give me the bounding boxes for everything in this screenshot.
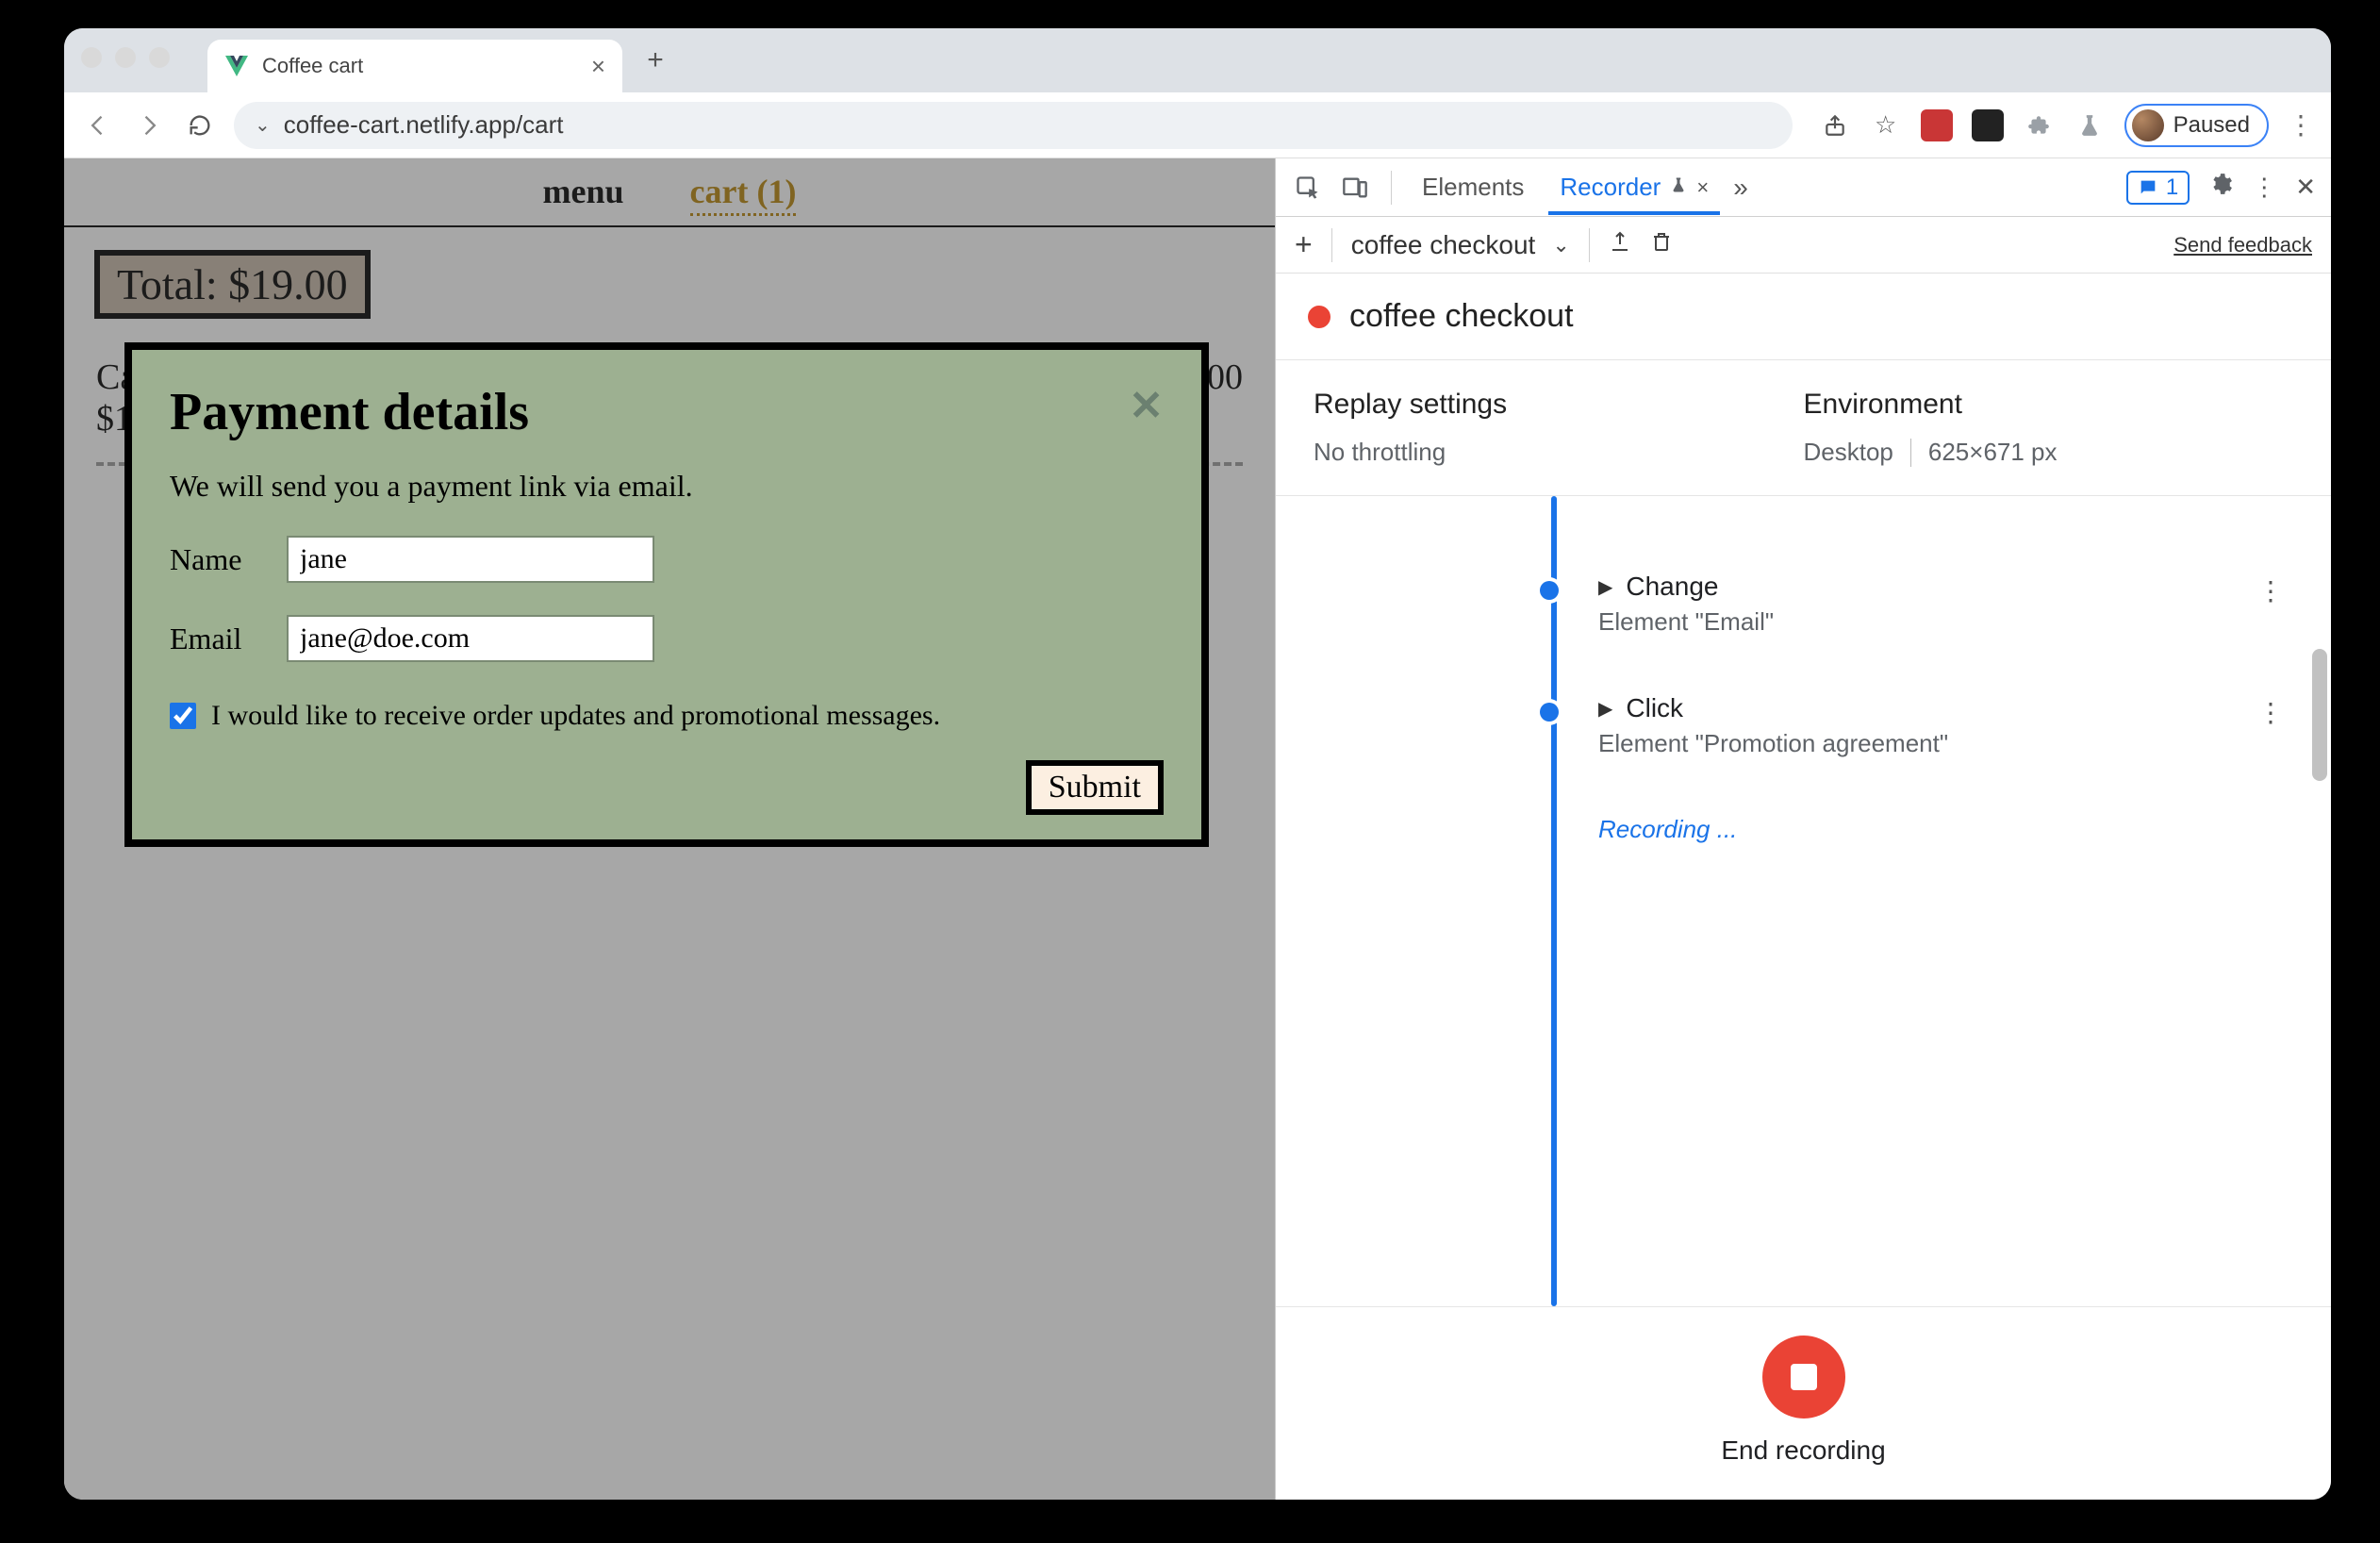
tab-title: Coffee cart [262,54,363,78]
email-row: Email [170,615,1164,662]
inspect-element-icon[interactable] [1291,171,1325,205]
url-text: coffee-cart.netlify.app/cart [284,110,564,140]
tab-recorder[interactable]: Recorder × [1548,159,1720,215]
email-input[interactable] [287,615,654,662]
step-dot-icon [1540,581,1559,600]
forward-button[interactable] [132,108,166,142]
devtools-close-icon[interactable]: ✕ [2295,173,2316,202]
recorder-timeline[interactable]: ▶ Change Element "Email" ⋮ ▶ Click [1276,496,2331,1306]
email-label: Email [170,622,264,656]
modal-close-icon[interactable]: ✕ [1129,382,1164,430]
devtools-tabbar: Elements Recorder × » 1 [1276,158,2331,217]
env-device: Desktop [1804,438,1893,467]
extension-red-icon[interactable] [1921,109,1953,141]
throttling-value[interactable]: No throttling [1314,438,1804,467]
traffic-light-minimize[interactable] [115,47,136,68]
flask-icon [1670,176,1687,199]
recording-title-row: coffee checkout [1276,274,2331,360]
timeline-step[interactable]: ▶ Change Element "Email" ⋮ [1540,572,2293,637]
back-button[interactable] [81,108,115,142]
submit-button[interactable]: Submit [1026,760,1164,815]
timeline-step[interactable]: ▶ Click Element "Promotion agreement" ⋮ [1540,693,2293,758]
name-label: Name [170,542,264,577]
end-recording-section: End recording [1276,1306,2331,1500]
payment-modal: Payment details ✕ We will send you a pay… [124,342,1209,847]
url-field[interactable]: ⌄ coffee-cart.netlify.app/cart [234,102,1793,149]
share-icon[interactable] [1819,109,1851,141]
env-viewport: 625×671 px [1928,438,2058,467]
end-recording-button[interactable] [1762,1336,1845,1419]
replay-settings-heading: Replay settings [1314,389,1804,421]
extensions-puzzle-icon[interactable] [2023,109,2055,141]
payment-title: Payment details [170,382,529,442]
promo-label: I would like to receive order updates an… [211,700,940,732]
page-pane: menu cart (1) Total: $19.00 Ca $1 00 [64,158,1275,1500]
recorder-toolbar: + coffee checkout ⌄ Send feedback [1276,217,2331,274]
reload-button[interactable] [183,108,217,142]
recording-dot-icon [1308,306,1330,328]
paused-label: Paused [2173,112,2250,139]
tab-strip: Coffee cart × + [64,28,2331,92]
vue-favicon-icon [224,54,249,78]
labs-flask-icon[interactable] [2074,109,2106,141]
recording-title: coffee checkout [1349,298,1574,335]
expand-caret-icon[interactable]: ▶ [1598,575,1612,599]
recording-status: Recording ... [1598,815,2293,844]
promo-checkbox[interactable] [170,703,196,729]
recording-selector[interactable]: coffee checkout ⌄ [1351,230,1570,260]
avatar-icon [2132,109,2164,141]
payment-desc: We will send you a payment link via emai… [170,469,1164,504]
site-info-icon[interactable]: ⌄ [255,113,271,137]
bookmark-star-icon[interactable]: ☆ [1870,109,1902,141]
step-action: Change [1626,572,1718,602]
issues-chip[interactable]: 1 [2126,171,2190,205]
device-toolbar-icon[interactable] [1338,171,1372,205]
tab-close-icon[interactable]: × [591,52,605,81]
stop-icon [1791,1364,1817,1390]
extension-dark-icon[interactable] [1972,109,2004,141]
name-input[interactable] [287,536,654,583]
end-recording-label: End recording [1721,1435,1885,1466]
recorder-settings: Replay settings No throttling Environmen… [1276,360,2331,496]
address-bar: ⌄ coffee-cart.netlify.app/cart ☆ Paused … [64,92,2331,158]
step-menu-icon[interactable]: ⋮ [2257,697,2284,728]
expand-caret-icon[interactable]: ▶ [1598,697,1612,721]
send-feedback-link[interactable]: Send feedback [2173,233,2312,257]
tab-elements[interactable]: Elements [1411,159,1535,215]
more-tabs-icon[interactable]: » [1733,173,1748,203]
delete-icon[interactable] [1650,230,1673,259]
promo-row: I would like to receive order updates an… [170,700,1164,732]
devtools-menu-icon[interactable]: ⋮ [2252,173,2276,202]
new-recording-icon[interactable]: + [1295,227,1313,262]
window-controls [81,47,170,68]
browser-tab[interactable]: Coffee cart × [207,40,622,92]
step-target: Element "Promotion agreement" [1598,729,1948,758]
browser-window: Coffee cart × + ⌄ coffee-cart.netlify.ap… [64,28,2331,1500]
chevron-down-icon: ⌄ [1552,233,1569,257]
tab-close-icon[interactable]: × [1696,175,1709,200]
address-actions: ☆ Paused ⋮ [1819,104,2314,147]
new-tab-button[interactable]: + [632,37,679,84]
devtools-pane: Elements Recorder × » 1 [1275,158,2331,1500]
traffic-light-zoom[interactable] [149,47,170,68]
environment-heading: Environment [1804,389,2294,421]
step-action: Click [1626,693,1683,723]
export-icon[interactable] [1609,230,1631,259]
settings-gear-icon[interactable] [2208,172,2233,203]
browser-menu-icon[interactable]: ⋮ [2288,109,2314,141]
step-target: Element "Email" [1598,607,1774,637]
step-dot-icon [1540,703,1559,722]
profile-paused-chip[interactable]: Paused [2124,104,2269,147]
step-menu-icon[interactable]: ⋮ [2257,575,2284,606]
name-row: Name [170,536,1164,583]
content-row: menu cart (1) Total: $19.00 Ca $1 00 [64,158,2331,1500]
traffic-light-close[interactable] [81,47,102,68]
scrollbar-thumb[interactable] [2312,649,2327,781]
